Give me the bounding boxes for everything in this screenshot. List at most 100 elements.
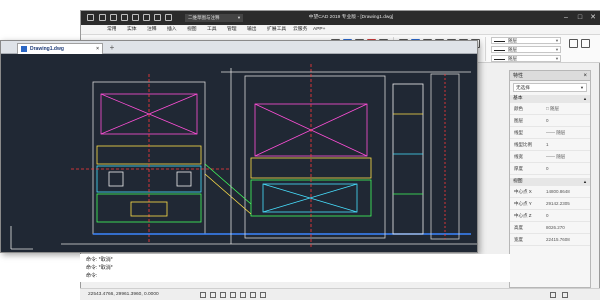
property-row[interactable]: 中心点 Y 29142.2305 xyxy=(510,198,590,210)
command-input[interactable]: 命令: xyxy=(86,272,97,280)
lineweight-icon[interactable] xyxy=(260,292,266,298)
property-row[interactable]: 图层 0 xyxy=(510,115,590,127)
collapse-icon: ▲ xyxy=(583,96,587,101)
save-as-icon[interactable] xyxy=(132,14,139,21)
measure-tool-icon[interactable] xyxy=(581,39,590,48)
snap-icon[interactable] xyxy=(200,292,206,298)
property-key: 高度 xyxy=(514,225,523,230)
property-key: 颜色 xyxy=(514,106,523,111)
chevron-down-icon: ▼ xyxy=(555,38,559,43)
section-general[interactable]: 基本 ▲ xyxy=(510,95,590,103)
title-bar: 二维草图与注释 ▼ 中望CAD 2019 专业版 - [Drawing1.dwg… xyxy=(81,11,600,25)
properties-palette: 特性 × 无选择 ▼ 基本 ▲ 颜色 □ 随层 图层 0 线型 —— 随层 线型比例 1… xyxy=(509,70,591,288)
property-row[interactable]: 厚度 0 xyxy=(510,163,590,175)
palette-header: 特性 × xyxy=(510,71,590,81)
property-key: 中心点 Y xyxy=(514,201,532,206)
property-row[interactable]: 中心点 X 14800.8648 xyxy=(510,186,590,198)
osnap-icon[interactable] xyxy=(240,292,246,298)
chevron-down-icon: ▼ xyxy=(237,15,241,20)
plotstyle-value: 随层 xyxy=(508,56,517,61)
command-area: 命令: *取消* 命令: *取消* 命令: xyxy=(80,254,510,282)
ribbon-tabs: 常用 实体 注释 插入 视图 工具 管理 输出 扩展工具 云服务 APP+ xyxy=(81,25,600,35)
tab-insert[interactable]: 插入 xyxy=(167,26,177,34)
palette-close-button[interactable]: × xyxy=(583,71,587,81)
selection-dropdown[interactable]: 无选择 ▼ xyxy=(513,83,587,92)
property-row[interactable]: 宽度 22415.7608 xyxy=(510,234,590,246)
minimize-button[interactable]: – xyxy=(559,12,573,24)
drawing-file-icon xyxy=(21,46,27,52)
polar-icon[interactable] xyxy=(230,292,236,298)
tab-manage[interactable]: 管理 xyxy=(227,26,237,34)
chevron-down-icon: ▼ xyxy=(555,56,559,61)
tab-view[interactable]: 视图 xyxy=(187,26,197,34)
tab-app-plus[interactable]: APP+ xyxy=(313,26,325,34)
tab-home[interactable]: 常用 xyxy=(107,26,117,34)
property-row[interactable]: 线宽 —— 随层 xyxy=(510,151,590,163)
property-value: 22415.7608 xyxy=(546,237,570,242)
document-tab-bar: Drawing1.dwg × + xyxy=(1,41,477,54)
lineweight-dropdown[interactable]: 随层 ▼ xyxy=(491,46,561,53)
property-value: □ 随层 xyxy=(546,106,559,111)
property-value: 0 xyxy=(546,166,549,171)
chevron-down-icon: ▼ xyxy=(555,47,559,52)
otrack-icon[interactable] xyxy=(250,292,256,298)
tab-annotate[interactable]: 注释 xyxy=(147,26,157,34)
property-key: 宽度 xyxy=(514,237,523,242)
save-icon[interactable] xyxy=(121,14,128,21)
settings-icon[interactable] xyxy=(550,292,556,298)
drawing-canvas[interactable] xyxy=(1,54,477,252)
property-value: —— 随层 xyxy=(546,154,566,159)
property-row[interactable]: 线型比例 1 xyxy=(510,139,590,151)
property-key: 厚度 xyxy=(514,166,523,171)
command-history-line: 命令: *取消* xyxy=(86,265,113,271)
window-title: 中望CAD 2019 专业版 - [Drawing1.dwg] xyxy=(308,15,394,20)
property-value: 1 xyxy=(546,142,549,147)
open-file-icon[interactable] xyxy=(110,14,117,21)
property-key: 图层 xyxy=(514,118,523,123)
property-key: 线宽 xyxy=(514,154,523,159)
property-row[interactable]: 颜色 □ 随层 xyxy=(510,103,590,115)
tab-extension-tools[interactable]: 扩展工具 xyxy=(267,26,286,34)
group-tool-icon[interactable] xyxy=(569,39,578,48)
lineweight-value: 随层 xyxy=(508,47,517,52)
section-view[interactable]: 视图 ▲ xyxy=(510,178,590,186)
tab-tools[interactable]: 工具 xyxy=(207,26,217,34)
property-key: 中心点 Z xyxy=(514,213,532,218)
new-file-icon[interactable] xyxy=(99,14,106,21)
drawing-window: Drawing1.dwg × + xyxy=(0,40,478,253)
property-value: —— 随层 xyxy=(546,130,566,135)
property-value: 14800.8648 xyxy=(546,189,570,194)
section-view-label: 视图 xyxy=(513,179,523,184)
chevron-down-icon: ▼ xyxy=(580,85,584,90)
close-button[interactable]: ✕ xyxy=(586,12,600,24)
property-key: 线型 xyxy=(514,130,523,135)
redo-icon[interactable] xyxy=(165,14,172,21)
add-tab-button[interactable]: + xyxy=(107,43,117,53)
plotstyle-dropdown[interactable]: 随层 ▼ xyxy=(491,55,561,62)
grid-icon[interactable] xyxy=(210,292,216,298)
workspace-label: 二维草图与注释 xyxy=(188,15,220,20)
linetype-value: 随层 xyxy=(508,38,517,43)
ribbon-divider xyxy=(485,37,486,61)
tab-output[interactable]: 输出 xyxy=(247,26,257,34)
workspace-dropdown[interactable]: 二维草图与注释 ▼ xyxy=(185,14,243,22)
document-tab[interactable]: Drawing1.dwg × xyxy=(17,43,103,54)
app-logo-icon xyxy=(87,14,94,21)
property-row[interactable]: 高度 8026.270 xyxy=(510,222,590,234)
undo-icon[interactable] xyxy=(154,14,161,21)
fullscreen-icon[interactable] xyxy=(562,292,568,298)
restore-button[interactable]: □ xyxy=(573,12,587,24)
property-row[interactable]: 中心点 Z 0 xyxy=(510,210,590,222)
command-history-line: 命令: *取消* xyxy=(86,257,113,263)
linetype-dropdown[interactable]: 随层 ▼ xyxy=(491,37,561,44)
section-general-label: 基本 xyxy=(513,96,523,101)
close-tab-button[interactable]: × xyxy=(96,44,99,54)
cad-drawing xyxy=(10,64,477,250)
selection-value: 无选择 xyxy=(516,85,530,90)
print-icon[interactable] xyxy=(143,14,150,21)
tab-cloud-service[interactable]: 云服务 xyxy=(293,26,307,34)
ortho-icon[interactable] xyxy=(220,292,226,298)
property-value: 0 xyxy=(546,118,549,123)
property-row[interactable]: 线型 —— 随层 xyxy=(510,127,590,139)
tab-solid[interactable]: 实体 xyxy=(127,26,137,34)
